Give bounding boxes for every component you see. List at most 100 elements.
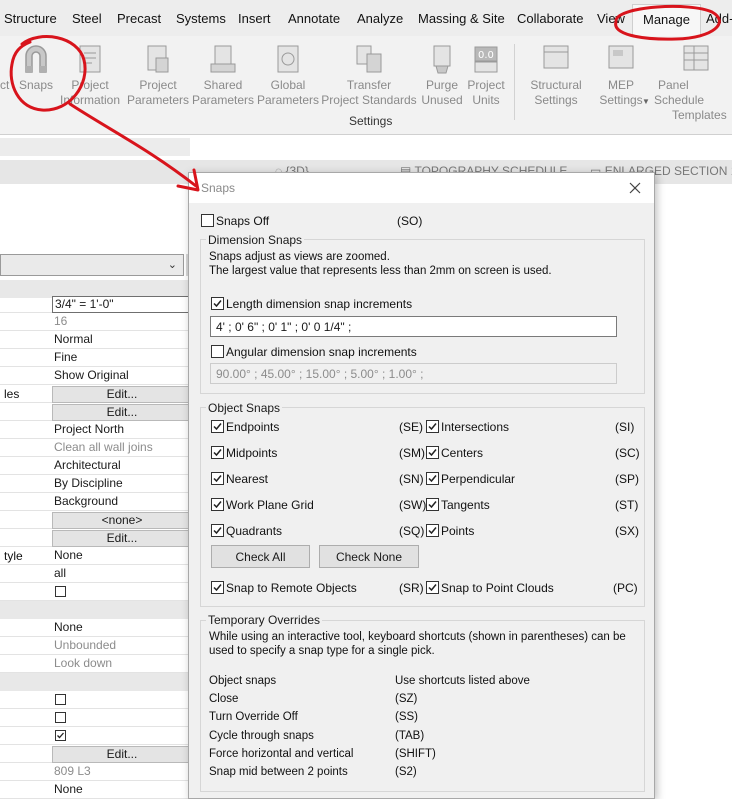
property-value[interactable]: None (52, 782, 190, 799)
property-row: None (0, 619, 190, 637)
tab-precast[interactable]: Precast (117, 11, 161, 26)
property-edit-button[interactable]: <none> (52, 512, 190, 529)
properties-type-selector[interactable]: ⌄ (0, 254, 184, 276)
property-checkbox[interactable] (55, 586, 66, 597)
close-button[interactable] (624, 177, 646, 199)
tab-steel[interactable]: Steel (72, 11, 102, 26)
tab-view[interactable]: View (597, 11, 625, 26)
property-value[interactable]: all (52, 566, 190, 583)
property-value[interactable]: None (52, 620, 190, 637)
property-checkbox[interactable] (55, 730, 66, 741)
property-value[interactable]: Fine (52, 350, 190, 367)
object-snap-shortcut: (SE) (399, 420, 423, 434)
property-checkbox[interactable] (55, 694, 66, 705)
checkmark-icon (213, 527, 222, 535)
global-parameters-button[interactable]: Global Parameters (256, 42, 320, 108)
panel-schedule-icon (683, 45, 709, 71)
object-snap-checkbox[interactable] (211, 472, 224, 485)
panel-schedule-templates-button[interactable]: Panel Schedule Templates (654, 42, 732, 123)
temporary-desc-2: used to specify a snap type for a single… (209, 645, 435, 657)
property-value[interactable]: None (52, 548, 190, 565)
object-snap-checkbox[interactable] (426, 420, 439, 433)
object-snap-checkbox[interactable] (211, 446, 224, 459)
mep-settings-icon (608, 45, 634, 69)
tab-insert[interactable]: Insert (238, 11, 271, 26)
property-value[interactable]: By Discipline (52, 476, 190, 493)
object-snap-shortcut: (ST) (615, 498, 639, 512)
property-value[interactable]: Normal (52, 332, 190, 349)
property-value[interactable]: Show Original (52, 368, 190, 385)
ribbon-tab-bar: Structure Steel Precast Systems Insert A… (0, 0, 732, 37)
angular-snap-input[interactable]: 90.00° ; 45.00° ; 15.00° ; 5.00° ; 1.00°… (210, 363, 617, 384)
object-snap-label: Points (441, 524, 475, 538)
properties-group-header[interactable] (0, 601, 190, 619)
shared-parameters-button[interactable]: Shared Parameters (191, 42, 255, 108)
property-value[interactable]: Project North (52, 422, 190, 439)
ribbon-partial-button[interactable]: ct (0, 78, 16, 93)
property-value[interactable]: 3/4" = 1'-0" (52, 296, 190, 313)
project-units-button[interactable]: 0.0 Project Units (464, 42, 508, 108)
global-parameters-icon (277, 45, 299, 73)
checkmark-icon (428, 423, 437, 431)
mep-settings-dropdown-icon[interactable]: ▼ (642, 94, 650, 109)
length-snap-checkbox[interactable] (211, 297, 224, 310)
properties-group-header[interactable] (0, 673, 190, 691)
purge-unused-button[interactable]: Purge Unused (418, 42, 466, 108)
tab-massing-site[interactable]: Massing & Site (418, 11, 505, 26)
tab-analyze[interactable]: Analyze (357, 11, 403, 26)
snaps-off-checkbox[interactable] (201, 214, 214, 227)
object-snap-checkbox[interactable] (426, 446, 439, 459)
property-value[interactable]: Architectural (52, 458, 190, 475)
property-edit-button[interactable]: Edit... (52, 386, 190, 403)
property-row: Edit... (0, 745, 190, 763)
property-checkbox[interactable] (55, 712, 66, 723)
tab-collaborate[interactable]: Collaborate (517, 11, 584, 26)
tab-add-ins[interactable]: Add- (706, 11, 732, 26)
property-edit-button[interactable]: Edit... (52, 530, 190, 547)
snaps-off-label: Snaps Off (216, 214, 270, 228)
object-snap-checkbox[interactable] (426, 498, 439, 511)
project-parameters-button[interactable]: Project Parameters (126, 42, 190, 108)
object-snap-checkbox[interactable] (211, 498, 224, 511)
structural-settings-button[interactable]: Structural Settings (524, 42, 588, 108)
ribbon-panel: ct Snaps Project Information Project Par… (0, 36, 732, 135)
property-row: 809 L3 (0, 763, 190, 781)
property-row: tyle None (0, 547, 190, 565)
check-none-button[interactable]: Check None (319, 545, 419, 568)
snap-point-clouds-checkbox[interactable] (426, 581, 439, 594)
object-snap-checkbox[interactable] (426, 472, 439, 485)
tab-systems[interactable]: Systems (176, 11, 226, 26)
dialog-title: Snaps (201, 181, 236, 195)
property-row: all (0, 565, 190, 583)
property-row: les Edit... (0, 385, 190, 403)
project-information-button[interactable]: Project Information (58, 42, 122, 108)
checkmark-icon (428, 449, 437, 457)
property-row: 3/4" = 1'-0" (0, 295, 190, 313)
property-label: tyle (4, 549, 23, 563)
property-row: Background (0, 493, 190, 511)
property-row: Unbounded (0, 637, 190, 655)
check-all-button[interactable]: Check All (211, 545, 310, 568)
length-snap-input[interactable]: 4' ; 0' 6" ; 0' 1" ; 0' 0 1/4" ; (210, 316, 617, 337)
mep-settings-button[interactable]: MEP Settings ▼ (592, 42, 650, 108)
property-edit-button[interactable]: Edit... (52, 404, 190, 421)
object-snap-checkbox[interactable] (211, 420, 224, 433)
tab-annotate[interactable]: Annotate (288, 11, 340, 26)
property-row: By Discipline (0, 475, 190, 493)
snap-remote-checkbox[interactable] (211, 581, 224, 594)
object-snap-label: Quadrants (226, 524, 283, 538)
property-edit-button[interactable]: Edit... (52, 746, 190, 763)
checkmark-icon (213, 300, 222, 308)
transfer-project-standards-button[interactable]: Transfer Project Standards (320, 42, 418, 108)
property-value[interactable]: Background (52, 494, 190, 511)
dialog-title-bar: Snaps (189, 173, 654, 203)
object-snap-checkbox[interactable] (426, 524, 439, 537)
snaps-button[interactable]: Snaps (16, 42, 56, 93)
object-snap-shortcut: (SX) (615, 524, 639, 538)
object-snap-shortcut: (SC) (615, 446, 640, 460)
object-snap-checkbox[interactable] (211, 524, 224, 537)
angular-snap-checkbox[interactable] (211, 345, 224, 358)
tab-manage[interactable]: Manage (632, 4, 701, 36)
length-snap-label: Length dimension snap increments (226, 297, 413, 311)
tab-structure[interactable]: Structure (4, 11, 57, 26)
